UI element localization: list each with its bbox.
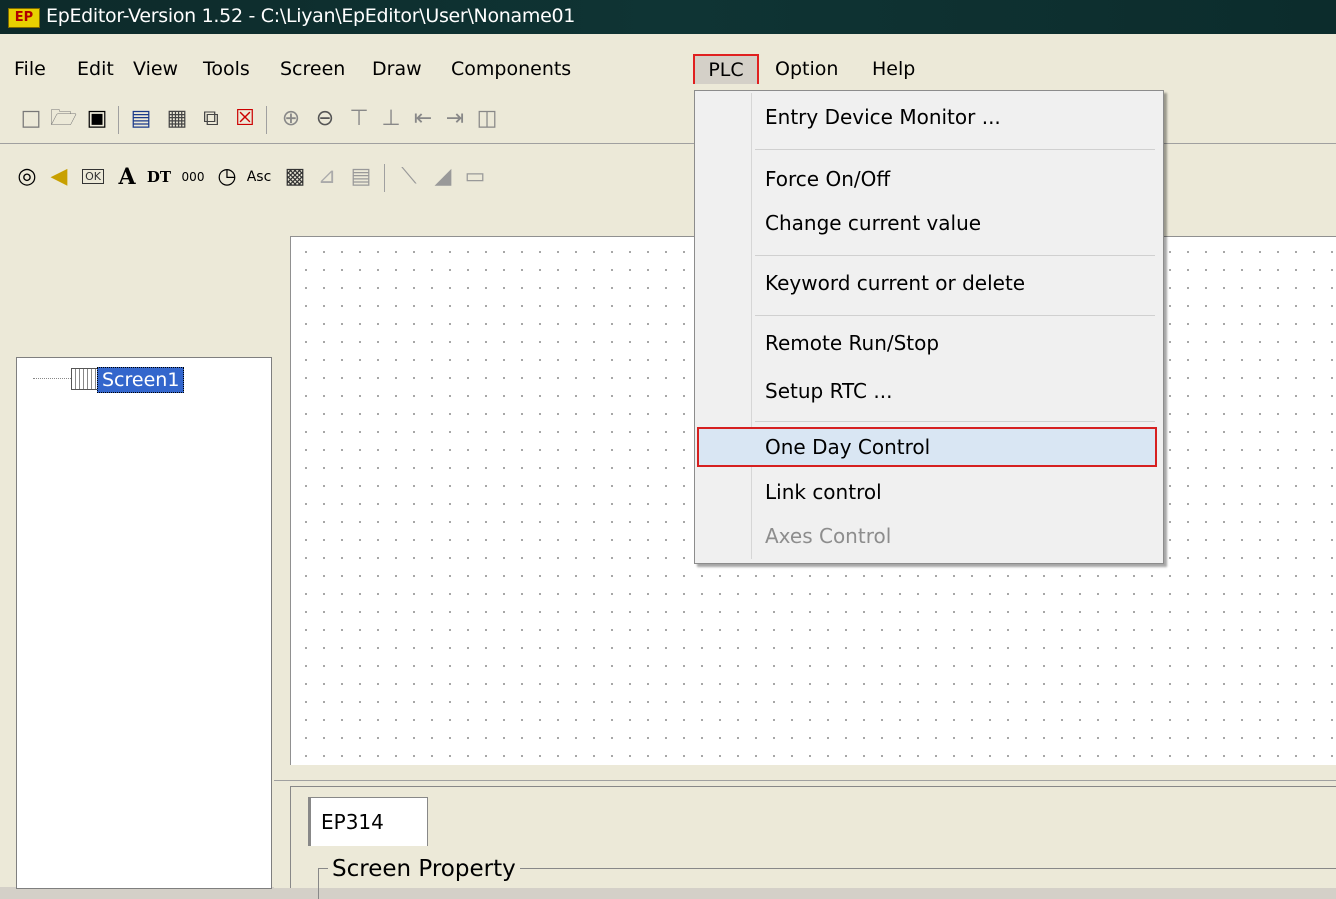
menu-separator [755, 149, 1155, 150]
menu-item-setup-rtc[interactable]: Setup RTC ... [765, 377, 892, 405]
numeric-icon[interactable]: 000 [180, 164, 206, 190]
menu-separator [755, 421, 1155, 422]
line-tool-icon[interactable]: ⟍ [396, 164, 422, 190]
menu-bar: File Edit View Tools Screen Draw Compone… [0, 34, 1336, 86]
align-bottom-icon[interactable]: ⊥ [378, 106, 404, 132]
ok-button-label: OK [82, 169, 104, 184]
buzzer-icon[interactable]: ◀ [46, 164, 72, 190]
menu-item-change-current-value[interactable]: Change current value [765, 209, 981, 237]
title-bar: EP EpEditor-Version 1.52 - C:\Liyan\EpEd… [0, 0, 1336, 34]
tree-node-screen1[interactable]: Screen1 [97, 367, 185, 393]
tree-connector [33, 378, 71, 379]
save-icon[interactable]: ▣ [84, 106, 110, 132]
window-title: EpEditor-Version 1.52 - C:\Liyan\EpEdito… [46, 5, 576, 27]
menu-screen[interactable]: Screen [280, 58, 345, 80]
menu-file[interactable]: File [14, 58, 46, 80]
menu-item-force-on-off[interactable]: Force On/Off [765, 165, 890, 193]
ok-button-icon[interactable]: OK [80, 164, 106, 190]
align-top-icon[interactable]: ⊤ [346, 106, 372, 132]
plc-dropdown-menu: Entry Device Monitor ... Force On/Off Ch… [694, 90, 1164, 564]
toolbar-separator [266, 106, 267, 134]
toolbar-separator [384, 164, 385, 192]
open-folder-icon[interactable]: 🗁 [50, 106, 77, 132]
new-screen-icon[interactable]: ▤ [128, 106, 154, 132]
menu-components[interactable]: Components [451, 58, 571, 80]
menu-help[interactable]: Help [872, 58, 915, 80]
trend-graph-icon[interactable]: ⊿ [314, 164, 340, 190]
menu-view[interactable]: View [133, 58, 178, 80]
align-right-icon[interactable]: ⇥ [442, 106, 468, 132]
arc-tool-icon[interactable]: ◢ [430, 164, 456, 190]
rectangle-tool-icon[interactable]: ▭ [462, 164, 488, 190]
menu-separator [755, 315, 1155, 316]
ascii-icon[interactable]: Asc [246, 164, 272, 190]
menu-gutter [751, 93, 752, 559]
menu-plc-label: PLC [708, 59, 744, 81]
menu-edit[interactable]: Edit [77, 58, 114, 80]
menu-separator [755, 255, 1155, 256]
tab-ep314[interactable]: EP314 [308, 797, 428, 846]
menu-item-one-day-control[interactable]: One Day Control [765, 433, 930, 461]
menu-tools[interactable]: Tools [203, 58, 250, 80]
screen-property-label: Screen Property [328, 856, 520, 882]
bitmap-icon[interactable]: ▩ [282, 164, 308, 190]
menu-item-keyword-current-or-delete[interactable]: Keyword current or delete [765, 269, 1025, 297]
toolbar-separator [118, 106, 119, 134]
copy-screen-icon[interactable]: ⧉ [198, 106, 224, 132]
menu-option[interactable]: Option [775, 58, 838, 80]
align-left-icon[interactable]: ⇤ [410, 106, 436, 132]
menu-draw[interactable]: Draw [372, 58, 422, 80]
new-file-icon[interactable]: □ [18, 106, 44, 132]
dynamic-text-icon[interactable]: DT [146, 164, 172, 190]
menu-item-link-control[interactable]: Link control [765, 478, 882, 506]
zoom-out-icon[interactable]: ⊖ [312, 106, 338, 132]
screen-grid-icon[interactable]: ▦ [164, 106, 190, 132]
app-logo-icon: EP [8, 8, 40, 28]
menu-item-entry-device-monitor[interactable]: Entry Device Monitor ... [765, 103, 1001, 131]
delete-screen-icon[interactable]: ☒ [232, 106, 258, 132]
clock-icon[interactable]: ◷ [214, 164, 240, 190]
bar-graph-icon[interactable]: ▤ [348, 164, 374, 190]
screen-tree[interactable]: Screen1 [16, 357, 272, 889]
tab-label: EP314 [321, 810, 384, 834]
menu-item-axes-control: Axes Control [765, 524, 892, 548]
lamp-icon[interactable]: ◎ [14, 164, 40, 190]
align-center-icon[interactable]: ◫ [474, 106, 500, 132]
menu-item-remote-run-stop[interactable]: Remote Run/Stop [765, 329, 939, 357]
menu-plc[interactable]: PLC [693, 54, 759, 86]
text-icon[interactable]: A [114, 164, 140, 190]
zoom-in-icon[interactable]: ⊕ [278, 106, 304, 132]
